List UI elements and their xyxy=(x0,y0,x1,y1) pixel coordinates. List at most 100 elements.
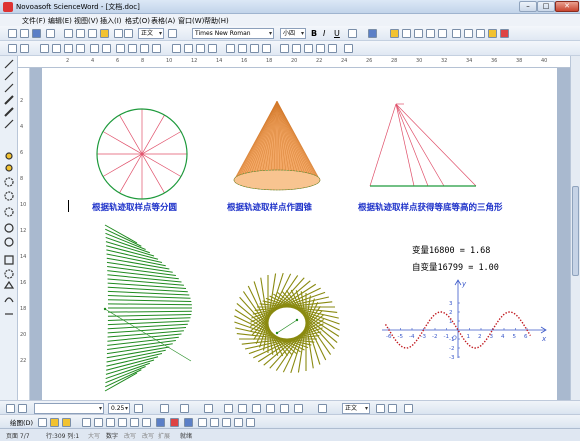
angle-icon[interactable] xyxy=(226,44,235,53)
matrix-icon[interactable] xyxy=(116,44,125,53)
menu-view[interactable]: 视图(V) xyxy=(74,16,98,26)
format-painter-icon[interactable] xyxy=(100,29,109,38)
arrows-draw-icon[interactable] xyxy=(222,418,231,427)
ellipse-icon[interactable] xyxy=(118,418,127,427)
3d-icon[interactable] xyxy=(246,418,255,427)
autoshape-icon[interactable] xyxy=(62,418,71,427)
underline-button[interactable]: U xyxy=(334,29,340,38)
bracket-icon[interactable] xyxy=(128,44,137,53)
paste-icon[interactable] xyxy=(88,29,97,38)
vector-icon[interactable] xyxy=(238,44,247,53)
style-combo[interactable]: 正文 xyxy=(138,28,164,39)
insert-formula-icon[interactable] xyxy=(20,44,29,53)
arrow-draw-icon[interactable] xyxy=(94,418,103,427)
shadow-draw-icon[interactable] xyxy=(234,418,243,427)
cone-figure[interactable] xyxy=(222,98,332,198)
root-icon[interactable] xyxy=(76,44,85,53)
bold-button[interactable]: B xyxy=(311,29,317,38)
equal-triangles-figure[interactable] xyxy=(364,102,484,192)
vertical-ruler[interactable]: 2 4 6 8 10 12 14 16 18 20 22 xyxy=(18,68,30,400)
fill-icon[interactable] xyxy=(180,404,189,413)
paragraph-style-combo[interactable]: 正文 xyxy=(342,403,370,414)
textbox-icon[interactable] xyxy=(130,418,139,427)
vertical-scrollbar[interactable] xyxy=(570,56,580,400)
ungroup-icon[interactable] xyxy=(266,404,275,413)
drawing-tools-icons[interactable] xyxy=(0,56,18,400)
horizontal-ruler[interactable]: 2 4 6 8 10 12 14 16 18 20 22 24 26 28 30… xyxy=(18,56,571,68)
back-icon[interactable] xyxy=(318,404,327,413)
superscript-icon[interactable] xyxy=(52,44,61,53)
box-icon[interactable] xyxy=(488,29,497,38)
align-center-icon[interactable] xyxy=(414,29,423,38)
line-color-draw-icon[interactable] xyxy=(170,418,179,427)
scrollbar-thumb[interactable] xyxy=(572,186,579,276)
group-icon[interactable] xyxy=(252,404,261,413)
menu-table[interactable]: 表格(A) xyxy=(151,16,175,26)
select-icon[interactable] xyxy=(38,418,47,427)
minimize-button[interactable]: – xyxy=(519,1,537,12)
fill-color-icon[interactable] xyxy=(156,418,165,427)
chemistry-icon[interactable] xyxy=(172,44,181,53)
olive-star-figure[interactable] xyxy=(232,240,342,380)
print-icon[interactable] xyxy=(46,29,55,38)
line-style-draw-icon[interactable] xyxy=(198,418,207,427)
align-objects-icon[interactable] xyxy=(224,404,233,413)
italic-button[interactable]: I xyxy=(323,29,325,38)
table-icon[interactable] xyxy=(168,29,177,38)
menu-file[interactable]: 文件(F) xyxy=(22,16,46,26)
menu-edit[interactable]: 编辑(E) xyxy=(48,16,72,26)
wordart-icon[interactable] xyxy=(142,418,151,427)
send-back-icon[interactable] xyxy=(294,404,303,413)
font-size-combo[interactable]: 小四 xyxy=(280,28,306,39)
divided-circle-figure[interactable] xyxy=(92,104,192,204)
menu-insert[interactable]: 插入(I) xyxy=(100,16,122,26)
line-preview-combo[interactable] xyxy=(34,403,104,414)
arrow-icon[interactable] xyxy=(140,44,149,53)
document-page[interactable]: 根据轨迹取样点等分圆 根据轨迹取样点作圆锥 根据轨迹取样点获得等底等高的三角形 … xyxy=(42,68,557,400)
line-icon[interactable] xyxy=(82,418,91,427)
limit-icon[interactable] xyxy=(262,44,271,53)
font-color-icon[interactable] xyxy=(368,29,377,38)
line-style-icon[interactable] xyxy=(6,404,15,413)
undo-formula-icon[interactable] xyxy=(8,44,17,53)
dash-style-icon[interactable] xyxy=(18,404,27,413)
indent-icon[interactable] xyxy=(476,29,485,38)
rectangle-icon[interactable] xyxy=(106,418,115,427)
logic-icon[interactable] xyxy=(316,44,325,53)
draw-menu[interactable]: 绘图(D) xyxy=(10,417,33,427)
align-right-icon[interactable] xyxy=(426,29,435,38)
save-icon[interactable] xyxy=(32,29,41,38)
font-combo[interactable]: Times New Roman xyxy=(192,28,274,39)
open-icon[interactable] xyxy=(20,29,29,38)
list-icon[interactable] xyxy=(452,29,461,38)
numbered-list-icon[interactable] xyxy=(464,29,473,38)
cut-icon[interactable] xyxy=(64,29,73,38)
strikethrough-icon[interactable] xyxy=(348,29,357,38)
redo-icon[interactable] xyxy=(124,29,133,38)
subscript-icon[interactable] xyxy=(40,44,49,53)
arrow-style-icon[interactable] xyxy=(160,404,169,413)
rotate-icon[interactable] xyxy=(50,418,59,427)
geometry-icon[interactable] xyxy=(196,44,205,53)
copy-icon[interactable] xyxy=(76,29,85,38)
greek-icon[interactable] xyxy=(280,44,289,53)
nav-forward-icon[interactable] xyxy=(376,404,385,413)
bring-front-icon[interactable] xyxy=(280,404,289,413)
undo-icon[interactable] xyxy=(114,29,123,38)
new-icon[interactable] xyxy=(8,29,17,38)
menu-help[interactable]: 帮助(H) xyxy=(204,16,229,26)
operator-icon[interactable] xyxy=(292,44,301,53)
special-icon[interactable] xyxy=(500,29,509,38)
accent-icon[interactable] xyxy=(250,44,259,53)
relation-icon[interactable] xyxy=(304,44,313,53)
envelope-figure[interactable] xyxy=(97,223,207,393)
integral-icon[interactable] xyxy=(90,44,99,53)
function-icon[interactable] xyxy=(208,44,217,53)
graph-icon[interactable] xyxy=(184,44,193,53)
highlight-icon[interactable] xyxy=(390,29,399,38)
font-color-draw-icon[interactable] xyxy=(184,418,193,427)
menu-window[interactable]: 窗口(W) xyxy=(178,16,204,26)
justify-icon[interactable] xyxy=(438,29,447,38)
distribute-icon[interactable] xyxy=(238,404,247,413)
dash-draw-icon[interactable] xyxy=(210,418,219,427)
